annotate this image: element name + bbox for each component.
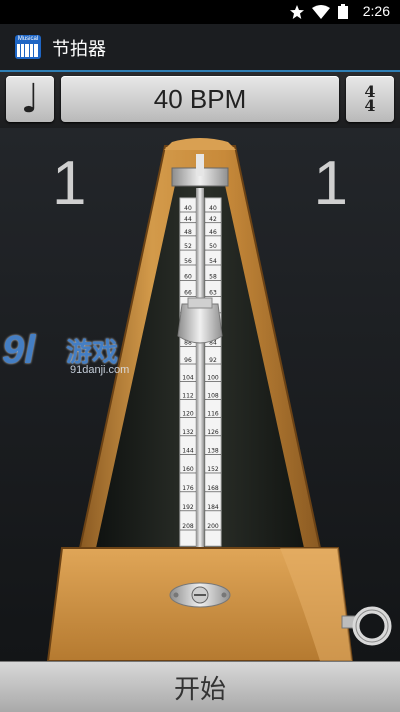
start-button[interactable]: 开始 bbox=[0, 661, 400, 712]
scale-label: 208 bbox=[182, 523, 194, 530]
scale-label: 112 bbox=[182, 392, 194, 399]
scale-label: 63 bbox=[209, 289, 217, 296]
pendulum-rod bbox=[196, 188, 204, 548]
scale-label: 60 bbox=[184, 273, 192, 280]
scale-label: 96 bbox=[184, 357, 192, 364]
scale-label: 132 bbox=[182, 429, 194, 436]
scale-label: 126 bbox=[207, 429, 219, 436]
scale-label: 40 bbox=[209, 205, 217, 212]
scale-label: 100 bbox=[207, 375, 219, 382]
metronome-illustration: 4044485256606672808896104112120132144160… bbox=[46, 138, 392, 661]
app-logo-icon: Musical bbox=[15, 35, 41, 59]
scale-label: 46 bbox=[209, 229, 217, 236]
time-signature-button[interactable]: 4 4 bbox=[346, 76, 394, 122]
scale-label: 42 bbox=[209, 216, 217, 223]
battery-icon bbox=[338, 4, 348, 19]
scale-label: 66 bbox=[184, 289, 192, 296]
app-icon-label: Musical bbox=[17, 36, 39, 42]
scale-label: 58 bbox=[209, 273, 217, 280]
scale-label: 44 bbox=[184, 216, 192, 223]
scale-label: 168 bbox=[207, 485, 219, 492]
status-bar: 2:26 bbox=[0, 0, 400, 24]
scale-label: 152 bbox=[207, 466, 219, 473]
scale-label: 92 bbox=[209, 357, 217, 364]
toolbar: ♩ 40 BPM 4 4 bbox=[0, 72, 400, 128]
scale-label: 54 bbox=[209, 258, 217, 265]
watermark: 9l 游戏 91danji.com bbox=[2, 328, 137, 388]
scale-label: 50 bbox=[209, 243, 217, 250]
wifi-icon bbox=[312, 4, 330, 19]
scale-label: 160 bbox=[182, 466, 194, 473]
watermark-number: 9l bbox=[2, 328, 36, 372]
metronome-area: 1 1 40 44 48 52 56 60 66 88 96 104 112 1… bbox=[0, 128, 400, 661]
scale-label: 104 bbox=[182, 375, 194, 382]
tempo-button[interactable]: 40 BPM bbox=[61, 76, 339, 122]
scale-label: 52 bbox=[184, 243, 192, 250]
scale-label: 184 bbox=[207, 504, 219, 511]
quarter-note-icon: ♩ bbox=[20, 76, 40, 122]
star-icon bbox=[290, 4, 304, 19]
scale-label: 144 bbox=[182, 447, 194, 454]
scale-label: 138 bbox=[207, 447, 219, 454]
scale-label: 56 bbox=[184, 258, 192, 265]
time-signature-bottom: 4 bbox=[364, 96, 376, 115]
status-icons bbox=[290, 4, 348, 19]
scale-label: 108 bbox=[207, 392, 219, 399]
watermark-url: 91danji.com bbox=[70, 364, 130, 376]
scale-label: 40 bbox=[184, 205, 192, 212]
pendulum-weight bbox=[177, 303, 223, 344]
app-title: 节拍器 bbox=[52, 39, 106, 60]
scale-label: 120 bbox=[182, 411, 194, 418]
app-bar: Musical 节拍器 bbox=[0, 24, 400, 72]
scale-label: 116 bbox=[207, 411, 219, 418]
scale-label: 192 bbox=[182, 504, 194, 511]
scale-label: 176 bbox=[182, 485, 194, 492]
scale-label: 200 bbox=[207, 523, 219, 530]
scale-label: 48 bbox=[184, 229, 192, 236]
base-key-plate bbox=[169, 582, 231, 608]
note-value-button[interactable]: ♩ bbox=[6, 76, 54, 122]
clock: 2:26 bbox=[362, 3, 390, 19]
